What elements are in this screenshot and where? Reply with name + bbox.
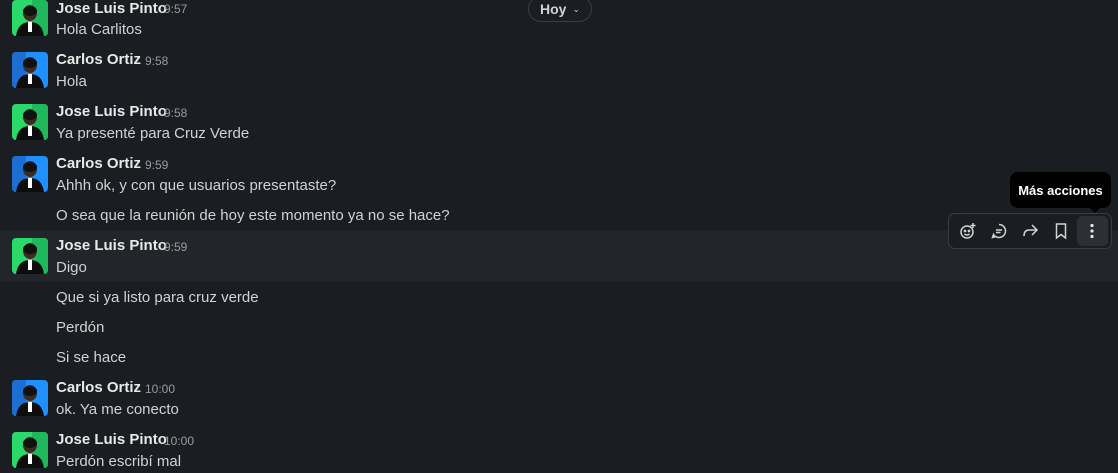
- message-author[interactable]: Jose Luis Pinto: [56, 431, 167, 448]
- chevron-down-icon: ⌄: [572, 3, 580, 14]
- message-timestamp[interactable]: 10:00: [164, 434, 194, 448]
- message-text: ok. Ya me conecto: [56, 401, 179, 418]
- message-feed: Hoy ⌄ Jose Luis Pinto 9:57 Hola Carlitos…: [0, 0, 1118, 473]
- avatar[interactable]: [12, 104, 48, 140]
- message-author[interactable]: Carlos Ortiz: [56, 379, 141, 396]
- avatar[interactable]: [12, 156, 48, 192]
- message-text: Ya presenté para Cruz Verde: [56, 125, 250, 142]
- day-divider-label: Hoy: [540, 1, 567, 17]
- message-author[interactable]: Carlos Ortiz: [56, 155, 141, 172]
- avatar[interactable]: [12, 380, 48, 416]
- message-timestamp[interactable]: 9:58: [145, 54, 168, 68]
- tooltip-arrow: [1089, 207, 1101, 213]
- message-author[interactable]: Jose Luis Pinto: [56, 103, 167, 120]
- message-text: Si se hace: [56, 349, 127, 366]
- message-timestamp[interactable]: 9:57: [164, 2, 187, 16]
- avatar[interactable]: [12, 0, 48, 36]
- message-author[interactable]: Jose Luis Pinto: [56, 237, 167, 254]
- message-text: Digo: [56, 259, 87, 276]
- forward-icon[interactable]: [1014, 216, 1045, 246]
- avatar[interactable]: [12, 432, 48, 468]
- message-actions-toolbar: [948, 213, 1112, 249]
- message-text: Perdón: [56, 319, 105, 336]
- message-author[interactable]: Jose Luis Pinto: [56, 0, 167, 17]
- more-actions-tooltip: Más acciones: [1010, 172, 1111, 208]
- message-text: Ahhh ok, y con que usuarios presentaste?: [56, 177, 337, 194]
- message-timestamp[interactable]: 9:59: [164, 240, 187, 254]
- avatar[interactable]: [12, 52, 48, 88]
- message-text: Hola: [56, 73, 87, 90]
- message-text: O sea que la reunión de hoy este momento…: [56, 207, 450, 224]
- message-timestamp[interactable]: 10:00: [145, 382, 175, 396]
- avatar[interactable]: [12, 238, 48, 274]
- reply-thread-icon[interactable]: [983, 216, 1014, 246]
- message-author[interactable]: Carlos Ortiz: [56, 51, 141, 68]
- message-text: Perdón escribí mal: [56, 453, 182, 470]
- message-text: Que si ya listo para cruz verde: [56, 289, 259, 306]
- day-divider-button[interactable]: Hoy ⌄: [528, 0, 592, 22]
- message-timestamp[interactable]: 9:58: [164, 106, 187, 120]
- message-text: Hola Carlitos: [56, 21, 142, 38]
- add-reaction-icon[interactable]: [952, 216, 983, 246]
- more-actions-icon[interactable]: [1076, 216, 1109, 246]
- message-timestamp[interactable]: 9:59: [145, 158, 168, 172]
- bookmark-icon[interactable]: [1046, 216, 1077, 246]
